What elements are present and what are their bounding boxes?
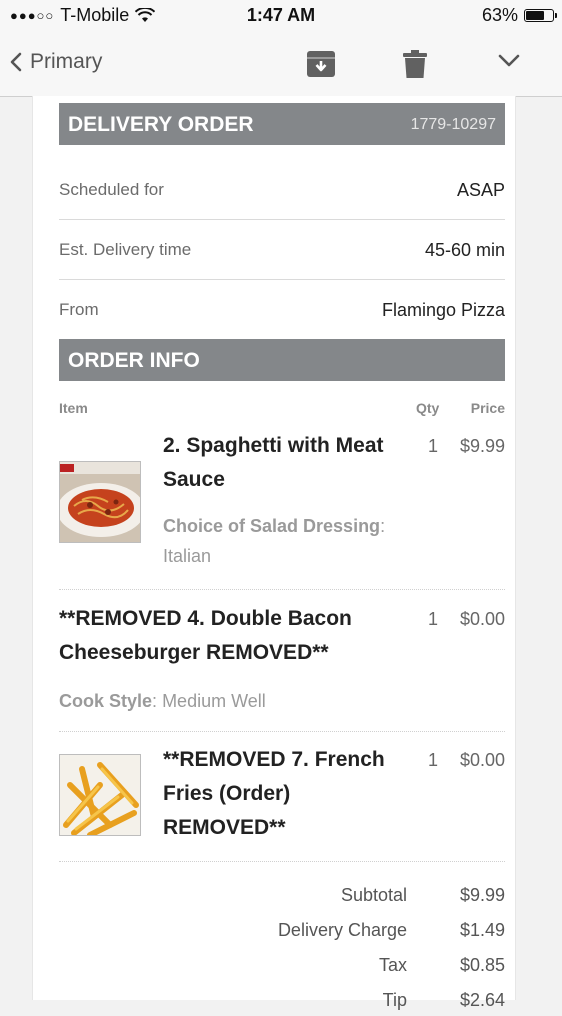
item-option: Choice of Salad Dressing: Italian: [163, 511, 385, 571]
fries-photo: [59, 754, 141, 836]
mail-toolbar: Primary: [0, 34, 562, 97]
chevron-down-icon: [498, 54, 520, 67]
tip-row: Tip $2.64: [59, 990, 505, 1016]
clock: 1:47 AM: [246, 5, 316, 25]
option-label: Choice of Salad Dressing: [163, 516, 381, 536]
row-label: Scheduled for: [59, 180, 164, 199]
battery-status: 63%: [481, 5, 557, 26]
column-header-price: Price: [470, 400, 505, 416]
column-header-qty: Qty: [416, 400, 440, 416]
spaghetti-photo: [59, 461, 141, 543]
scheduled-row: Scheduled for ASAP: [59, 159, 505, 220]
row-label: From: [59, 300, 99, 319]
archive-button[interactable]: [306, 50, 336, 83]
item-price: $9.99: [459, 436, 505, 456]
row-value: ASAP: [456, 180, 505, 200]
item-name: **REMOVED 7. French Fries (Order) REMOVE…: [163, 748, 385, 839]
total-value: $9.99: [459, 885, 505, 905]
total-value: $0.85: [459, 955, 505, 975]
restaurant-row: From Flamingo Pizza: [59, 279, 505, 339]
row-value: Flamingo Pizza: [381, 300, 505, 320]
battery-percent: 63%: [481, 5, 518, 25]
item-qty: 1: [428, 750, 439, 770]
order-item: 2. Spaghetti with Meat Sauce 1 $9.99 Cho…: [59, 431, 505, 590]
option-value: Medium Well: [162, 691, 266, 711]
column-header-item: Item: [59, 400, 88, 416]
battery-icon: [524, 9, 557, 22]
item-option: Cook Style: Medium Well: [59, 691, 266, 711]
delivery-charge-row: Delivery Charge $1.49: [59, 920, 505, 946]
option-value: Italian: [163, 546, 212, 566]
item-price: $0.00: [459, 750, 505, 770]
order-item: **REMOVED 7. French Fries (Order) REMOVE…: [59, 731, 505, 862]
trash-icon: [403, 50, 427, 78]
section-title: ORDER INFO: [68, 349, 200, 372]
total-label: Subtotal: [340, 885, 407, 905]
item-name: 2. Spaghetti with Meat Sauce: [163, 434, 384, 491]
total-label: Delivery Charge: [277, 920, 407, 940]
delivery-order-header: DELIVERY ORDER 1779-10297: [59, 103, 505, 145]
row-label: Est. Delivery time: [59, 240, 192, 259]
order-number: 1779-10297: [410, 116, 496, 133]
status-bar: ●●●○○ T-Mobile 1:47 AM 63%: [0, 0, 562, 34]
row-value: 45-60 min: [424, 240, 505, 260]
item-name: **REMOVED 4. Double Bacon Cheeseburger R…: [59, 607, 352, 664]
total-value: $1.49: [459, 920, 505, 940]
total-label: Tip: [382, 990, 407, 1010]
tax-row: Tax $0.85: [59, 955, 505, 981]
email-body: DELIVERY ORDER 1779-10297 Scheduled for …: [32, 96, 516, 1010]
back-label: Primary: [30, 50, 103, 73]
item-price: $0.00: [459, 609, 505, 629]
option-label: Cook Style: [59, 691, 153, 711]
item-qty: 1: [428, 609, 439, 629]
delivery-time-row: Est. Delivery time 45-60 min: [59, 219, 505, 280]
chevron-left-icon: [10, 52, 22, 72]
order-item: **REMOVED 4. Double Bacon Cheeseburger R…: [59, 589, 505, 732]
more-button[interactable]: [498, 54, 520, 73]
section-title: DELIVERY ORDER: [68, 113, 254, 136]
total-label: Tax: [378, 955, 407, 975]
delete-button[interactable]: [403, 50, 427, 84]
total-value: $2.64: [459, 990, 505, 1010]
item-qty: 1: [428, 436, 439, 456]
archive-icon: [307, 51, 335, 77]
subtotal-row: Subtotal $9.99: [59, 885, 505, 911]
order-info-header: ORDER INFO: [59, 339, 505, 381]
back-button[interactable]: Primary: [10, 50, 102, 74]
